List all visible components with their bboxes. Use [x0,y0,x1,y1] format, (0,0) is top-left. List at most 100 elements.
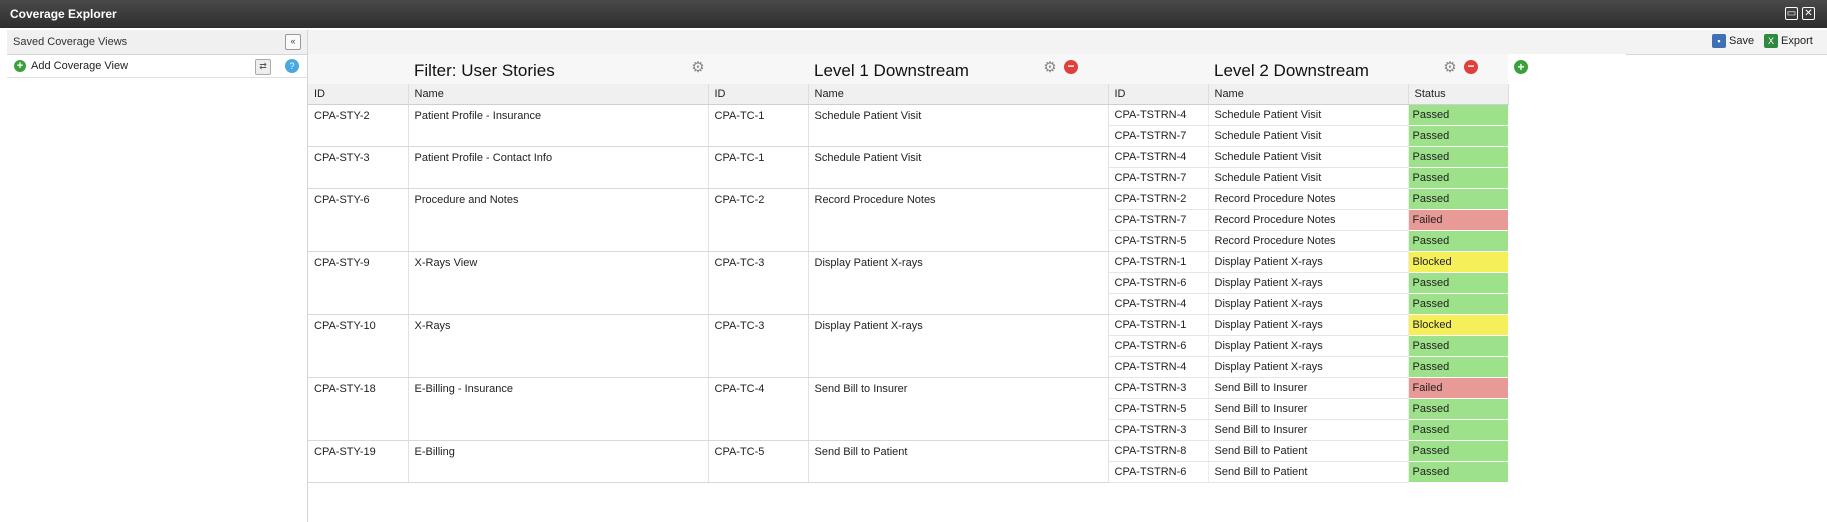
testrun-id-cell[interactable]: CPA-TSTRN-1 [1108,314,1209,336]
row-spacer [1508,336,1626,357]
testcase-name-cell[interactable]: Send Bill to Patient [808,440,1109,483]
testcase-name-cell[interactable]: Display Patient X-rays [808,251,1109,315]
level1-remove-icon[interactable]: − [1064,60,1078,74]
testrun-id-cell[interactable]: CPA-TSTRN-5 [1108,398,1209,420]
story-name-cell[interactable]: E-Billing [408,440,709,483]
testcase-id-cell[interactable]: CPA-TC-3 [708,251,809,315]
status-badge: Passed [1408,230,1508,252]
story-name-cell[interactable]: X-Rays View [408,251,709,315]
save-button[interactable]: ▪ Save [1712,34,1754,48]
story-name-cell[interactable]: Patient Profile - Insurance [408,104,709,147]
testrun-id-cell[interactable]: CPA-TSTRN-1 [1108,251,1209,273]
col-l1-name[interactable]: Name [808,84,1109,105]
testrun-id-cell[interactable]: CPA-TSTRN-7 [1108,167,1209,189]
story-id-cell[interactable]: CPA-STY-18 [308,377,409,441]
story-id-cell[interactable]: CPA-STY-19 [308,440,409,483]
testrun-id-cell[interactable]: CPA-TSTRN-4 [1108,293,1209,315]
refresh-icon[interactable]: ⇄ [255,59,271,75]
col-l2-id[interactable]: ID [1108,84,1209,105]
testcase-name-cell[interactable]: Schedule Patient Visit [808,104,1109,147]
col-l1-id[interactable]: ID [708,84,809,105]
testrun-name-cell[interactable]: Send Bill to Insurer [1208,398,1409,420]
table-row[interactable]: CPA-STY-2 Patient Profile - Insurance CPA-… [308,104,1626,147]
testrun-name-cell[interactable]: Schedule Patient Visit [1208,125,1409,147]
double-chevron-left-icon[interactable]: « [285,34,301,50]
testrun-name-cell[interactable]: Send Bill to Insurer [1208,377,1409,399]
export-button[interactable]: X Export [1764,34,1813,48]
testcase-name-cell[interactable]: Record Procedure Notes [808,188,1109,252]
status-badge: Passed [1408,167,1508,189]
testrun-id-cell[interactable]: CPA-TSTRN-3 [1108,377,1209,399]
testrun-name-cell[interactable]: Display Patient X-rays [1208,293,1409,315]
story-id-cell[interactable]: CPA-STY-6 [308,188,409,252]
table-row[interactable]: CPA-STY-10 X-Rays CPA-TC-3 Display Patient … [308,314,1626,378]
table-row[interactable]: CPA-STY-19 E-Billing CPA-TC-5 Send Bill to … [308,440,1626,483]
table-row[interactable]: CPA-STY-9 X-Rays View CPA-TC-3 Display Pati… [308,251,1626,315]
level1-settings-gear-icon[interactable]: ⚙ [1042,60,1058,76]
testcase-id-cell[interactable]: CPA-TC-1 [708,104,809,147]
close-icon[interactable]: ✕ [1802,7,1815,20]
testrun-id-cell[interactable]: CPA-TSTRN-7 [1108,209,1209,231]
testrun-id-cell[interactable]: CPA-TSTRN-8 [1108,440,1209,462]
story-name-cell[interactable]: X-Rays [408,314,709,378]
add-coverage-view-button[interactable]: + Add Coverage View ⇄ ? [7,55,307,78]
testrun-id-cell[interactable]: CPA-TSTRN-6 [1108,461,1209,483]
testrun-name-cell[interactable]: Send Bill to Patient [1208,461,1409,483]
testrun-name-cell[interactable]: Send Bill to Insurer [1208,419,1409,441]
testrun-name-cell[interactable]: Schedule Patient Visit [1208,104,1409,126]
testrun-id-cell[interactable]: CPA-TSTRN-2 [1108,188,1209,210]
story-name-cell[interactable]: Patient Profile - Contact Info [408,146,709,189]
story-id-cell[interactable]: CPA-STY-10 [308,314,409,378]
story-id-cell[interactable]: CPA-STY-3 [308,146,409,189]
story-name-cell[interactable]: E-Billing - Insurance [408,377,709,441]
filter-settings-gear-icon[interactable]: ⚙ [690,60,706,76]
testrun-name-cell[interactable]: Record Procedure Notes [1208,209,1409,231]
testrun-name-cell[interactable]: Schedule Patient Visit [1208,146,1409,168]
testcase-id-cell[interactable]: CPA-TC-5 [708,440,809,483]
testcase-name-cell[interactable]: Send Bill to Insurer [808,377,1109,441]
testrun-id-cell[interactable]: CPA-TSTRN-4 [1108,146,1209,168]
testrun-name-cell[interactable]: Display Patient X-rays [1208,251,1409,273]
testrun-name-cell[interactable]: Display Patient X-rays [1208,272,1409,294]
testrun-id-cell[interactable]: CPA-TSTRN-6 [1108,335,1209,357]
level2-remove-icon[interactable]: − [1464,60,1478,74]
testcase-id-cell[interactable]: CPA-TC-4 [708,377,809,441]
row-spacer [1508,210,1626,231]
testrun-name-cell[interactable]: Schedule Patient Visit [1208,167,1409,189]
testcase-id-cell[interactable]: CPA-TC-1 [708,146,809,189]
maximize-icon[interactable]: ▭ [1785,7,1798,20]
coverage-rows: CPA-STY-2 Patient Profile - Insurance CPA-… [308,104,1626,483]
testrun-id-cell[interactable]: CPA-TSTRN-7 [1108,125,1209,147]
testrun-id-cell[interactable]: CPA-TSTRN-4 [1108,356,1209,378]
testrun-name-cell[interactable]: Send Bill to Patient [1208,440,1409,462]
testrun-id-cell[interactable]: CPA-TSTRN-6 [1108,272,1209,294]
col-l2-name[interactable]: Name [1208,84,1409,105]
testcase-name-cell[interactable]: Display Patient X-rays [808,314,1109,378]
testrun-name-cell[interactable]: Display Patient X-rays [1208,356,1409,378]
testcase-id-cell[interactable]: CPA-TC-3 [708,314,809,378]
status-badge: Passed [1408,356,1508,378]
col-status[interactable]: Status [1408,84,1509,105]
testrun-name-cell[interactable]: Record Procedure Notes [1208,188,1409,210]
story-name-cell[interactable]: Procedure and Notes [408,188,709,252]
window-titlebar: Coverage Explorer ▭ ✕ [0,0,1827,28]
testrun-id-cell[interactable]: CPA-TSTRN-3 [1108,419,1209,441]
table-row[interactable]: CPA-STY-3 Patient Profile - Contact Info C… [308,146,1626,189]
story-id-cell[interactable]: CPA-STY-2 [308,104,409,147]
table-row[interactable]: CPA-STY-6 Procedure and Notes CPA-TC-2 Reco… [308,188,1626,252]
testcase-id-cell[interactable]: CPA-TC-2 [708,188,809,252]
level2-settings-gear-icon[interactable]: ⚙ [1442,60,1458,76]
story-id-cell[interactable]: CPA-STY-9 [308,251,409,315]
add-level-icon[interactable]: + [1514,60,1528,74]
help-icon[interactable]: ? [285,59,299,73]
testrun-name-cell[interactable]: Record Procedure Notes [1208,230,1409,252]
testrun-id-cell[interactable]: CPA-TSTRN-4 [1108,104,1209,126]
table-row[interactable]: CPA-STY-18 E-Billing - Insurance CPA-TC-4 S… [308,377,1626,441]
testrun-name-cell[interactable]: Display Patient X-rays [1208,314,1409,336]
col-story-name[interactable]: Name [408,84,709,105]
testcase-name-cell[interactable]: Schedule Patient Visit [808,146,1109,189]
testrun-name-cell[interactable]: Display Patient X-rays [1208,335,1409,357]
testrun-id-cell[interactable]: CPA-TSTRN-5 [1108,230,1209,252]
col-story-id[interactable]: ID [308,84,409,105]
status-badge: Passed [1408,104,1508,126]
